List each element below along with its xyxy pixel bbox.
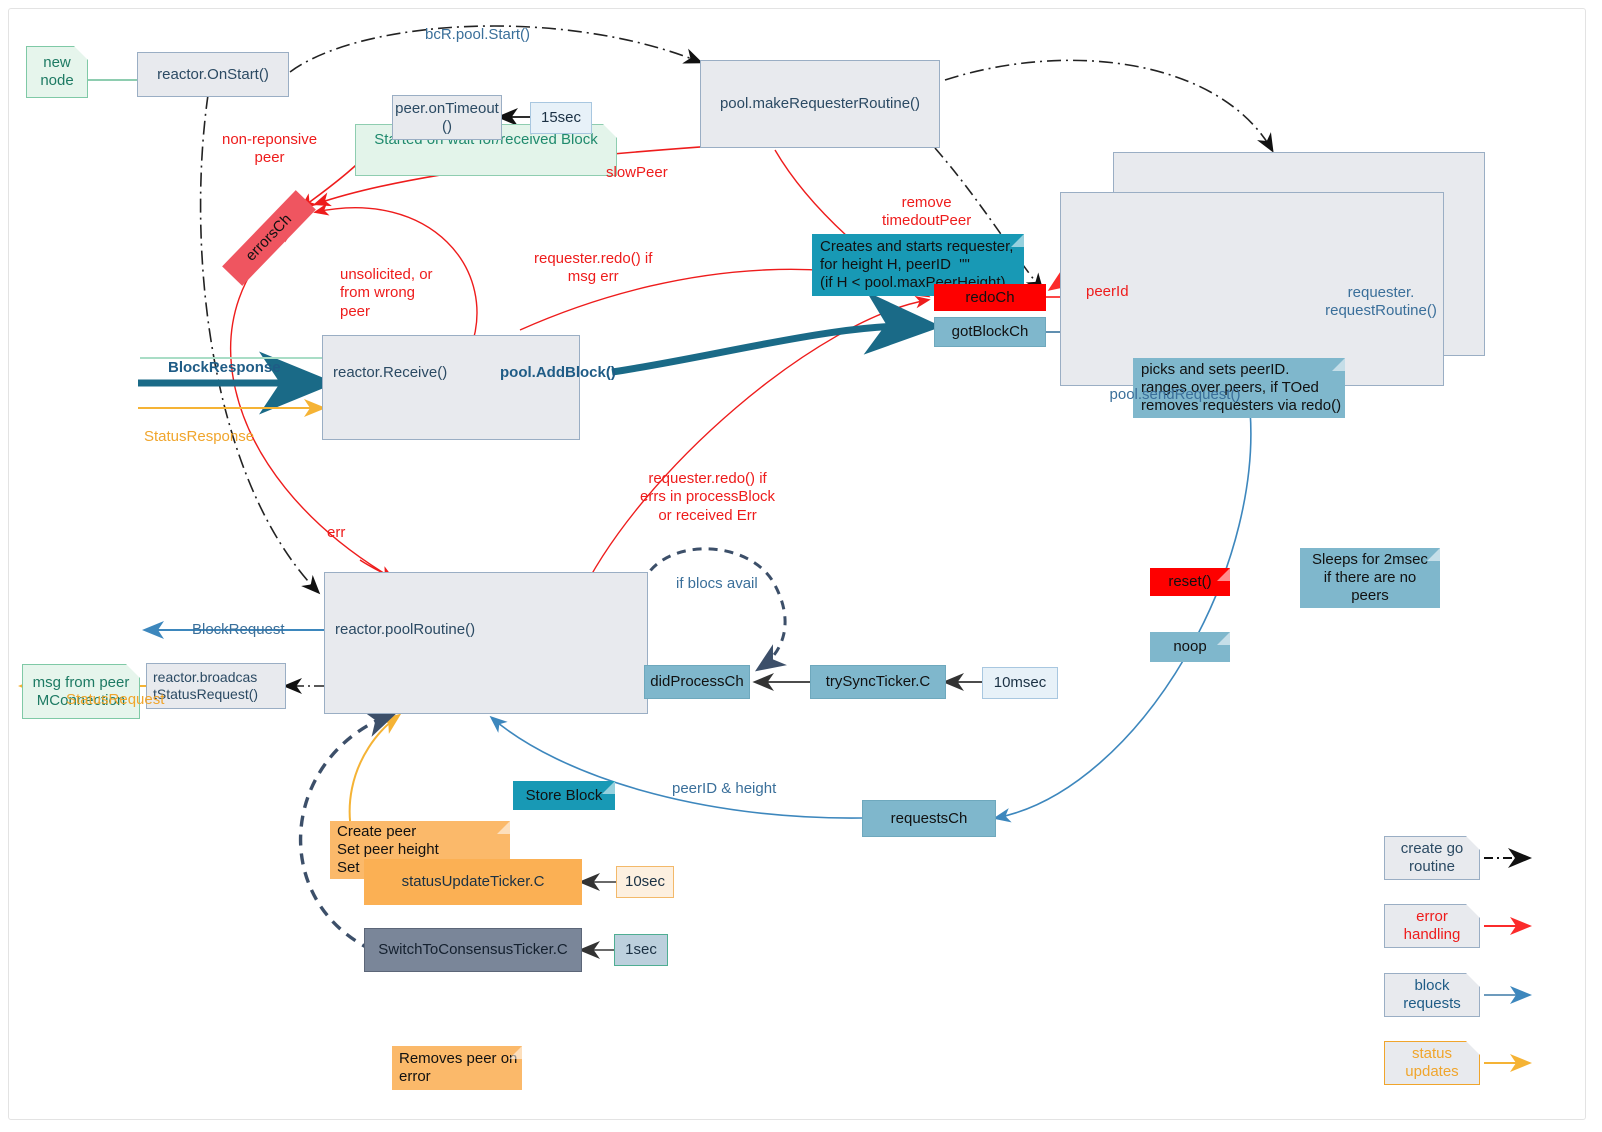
peer-ontimeout-box[interactable]: peer.onTimeout () — [392, 95, 502, 140]
reactor-poolroutine-box[interactable]: reactor.poolRoutine() — [324, 572, 648, 714]
pool-makerequesterroutine-box[interactable]: pool.makeRequesterRoutine() — [700, 60, 940, 148]
pool-sendrequest-label: pool.sendRequest() — [1109, 386, 1241, 403]
diagram-canvas: new node reactor.OnStart() Started on wa… — [0, 0, 1602, 1132]
requester-requestroutine-label: requester. requestRoutine() — [1325, 284, 1437, 319]
legend-item-status-updates: status updates — [1384, 1041, 1480, 1085]
reactor-broadcaststatusrequest-box[interactable]: reactor.broadcas tStatusRequest() — [146, 663, 286, 709]
gotblockch-channel[interactable]: gotBlockCh — [934, 317, 1046, 347]
new-node-note: new node — [26, 46, 88, 98]
timer-10sec: 10sec — [616, 866, 674, 898]
edge-label-peerid: peerId — [1086, 283, 1129, 300]
edge-label-bcr-pool-start: bcR.pool.Start() — [425, 26, 531, 43]
reset-note[interactable]: reset() — [1150, 568, 1230, 596]
edge-label-blockresponse: BlockResponse — [168, 359, 281, 376]
timer-15sec: 15sec — [530, 102, 592, 134]
legend-item-error-handling: error handling — [1384, 904, 1480, 948]
edge-label-statusresponse: StatusResponse — [144, 428, 255, 445]
edge-label-if-blocs-avail: if blocs avail — [676, 575, 758, 592]
edge-label-requester-redo-msg-err: requester.redo() if msg err — [534, 250, 653, 286]
timer-10msec: 10msec — [982, 667, 1058, 699]
store-block-note[interactable]: Store Block — [513, 781, 615, 810]
pool-addblock-label: pool.AddBlock() — [500, 364, 616, 381]
requestsch-channel[interactable]: requestsCh — [862, 800, 996, 837]
sleeps-2msec-note: Sleeps for 2msec if there are no peers — [1300, 548, 1440, 608]
edge-label-peerid-and-height: peerID & height — [672, 780, 777, 797]
edge-label-unsolicited: unsolicited, or from wrong peer — [340, 266, 433, 320]
reactor-onstart-box[interactable]: reactor.OnStart() — [137, 52, 289, 97]
edge-label-blockrequest: BlockRequest — [192, 621, 285, 638]
removes-peer-on-error-note: Removes peer on error — [392, 1046, 522, 1090]
legend-item-block-requests: block requests — [1384, 973, 1480, 1017]
timer-1sec: 1sec — [614, 934, 668, 966]
edge-label-non-responsive-peer: non-reponsive peer — [222, 131, 318, 167]
edge-label-requester-redo-errs: requester.redo() if errs in processBlock… — [640, 470, 776, 524]
edge-label-err: err — [327, 524, 346, 541]
switchtoconsensusticker-box[interactable]: SwitchToConsensusTicker.C — [364, 928, 582, 972]
trysyncticker-box[interactable]: trySyncTicker.C — [810, 665, 946, 699]
redoch-channel[interactable]: redoCh — [934, 284, 1046, 311]
reactor-receive-box[interactable]: reactor.Receive() — [322, 335, 580, 440]
didprocessch-channel[interactable]: didProcessCh — [644, 665, 750, 699]
edge-label-remove-timedoutpeer: remove timedoutPeer — [882, 194, 972, 230]
edge-label-statusrequest: StatusRequest — [66, 691, 165, 708]
edge-label-slowpeer: slowPeer — [606, 164, 668, 181]
noop-note: noop — [1150, 632, 1230, 662]
legend-item-create-go-routine: create go routine — [1384, 836, 1480, 880]
statusupdateticker-box[interactable]: statusUpdateTicker.C — [364, 859, 582, 905]
